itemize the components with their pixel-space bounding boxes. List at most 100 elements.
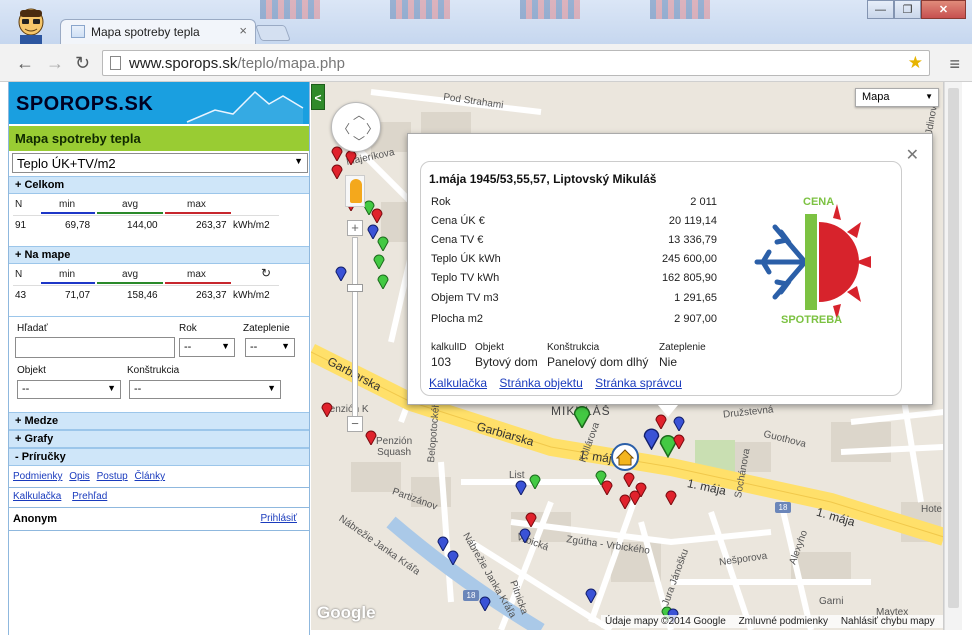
marker-red-icon[interactable]: [321, 400, 333, 417]
tool-links: Kalkulačka Prehľad: [9, 488, 309, 507]
hamburger-menu-icon[interactable]: ≡: [949, 54, 960, 75]
marker-green-icon[interactable]: [373, 252, 385, 269]
rok-select[interactable]: -- ▼: [179, 338, 235, 357]
pan-up-icon[interactable]: ︿: [353, 106, 365, 123]
marker-red-icon[interactable]: [365, 428, 377, 445]
link-prehlad[interactable]: Prehľad: [72, 491, 107, 502]
terms-link[interactable]: Zmluvné podmienky: [739, 616, 828, 627]
marker-green-icon[interactable]: [377, 272, 389, 289]
page-favicon-icon: [71, 25, 85, 38]
logo-text-top: CENA: [803, 196, 834, 208]
marker-blue-icon[interactable]: [519, 526, 531, 543]
marker-blue-icon[interactable]: [585, 586, 597, 603]
marker-red-icon[interactable]: [673, 432, 685, 449]
reload-icon[interactable]: ↻: [75, 53, 90, 74]
objekt-label: Objekt: [17, 365, 46, 376]
konstrukcia-select[interactable]: -- ▼: [129, 380, 281, 399]
search-label: Hľadať: [17, 323, 48, 334]
stats-celkom: N min avg max 91 69,78 144,00 263,37 kWh…: [9, 194, 309, 246]
place-label: Hote: [921, 504, 943, 515]
objekt-select[interactable]: -- ▼: [17, 380, 121, 399]
konstrukcia-label: Konštrukcia: [127, 365, 180, 376]
building-marker-icon[interactable]: [610, 442, 640, 472]
stat-value-max: 263,37: [196, 290, 227, 301]
browser-tab[interactable]: Mapa spotreby tepla ×: [60, 19, 256, 44]
site-logo[interactable]: SPOROPS.SK: [16, 93, 153, 116]
zoom-in-button[interactable]: +: [347, 220, 363, 236]
pan-right-icon[interactable]: 〉: [366, 120, 378, 137]
link-postup[interactable]: Postup: [97, 471, 128, 482]
street-view-pegman-icon[interactable]: [345, 175, 365, 207]
marker-red-icon[interactable]: [525, 510, 537, 527]
new-tab-button[interactable]: [255, 25, 291, 41]
search-input[interactable]: [15, 337, 175, 358]
section-medze[interactable]: + Medze: [9, 412, 309, 430]
section-na-mape[interactable]: + Na mape: [9, 246, 309, 264]
section-grafy[interactable]: + Grafy: [9, 430, 309, 448]
link-clanky[interactable]: Články: [135, 471, 166, 482]
section-prirucky[interactable]: - Príručky: [9, 448, 309, 466]
map-type-select[interactable]: Mapa ▼: [855, 88, 939, 107]
address-bar[interactable]: www.sporops.sk/teplo/mapa.php ★: [102, 50, 930, 76]
marker-blue-icon[interactable]: [447, 548, 459, 565]
marker-blue-icon[interactable]: [479, 594, 491, 611]
browser-toolbar: ← → ↻ www.sporops.sk/teplo/mapa.php ★ ≡: [0, 44, 972, 82]
link-stranka-objektu[interactable]: Stránka objektu: [499, 376, 582, 390]
pan-down-icon[interactable]: ﹀: [353, 133, 365, 150]
link-kalkulacka[interactable]: Kalkulačka: [429, 376, 487, 390]
page-scrollbar[interactable]: [944, 82, 962, 630]
marker-green-icon[interactable]: [377, 234, 389, 251]
forward-arrow-icon[interactable]: →: [46, 53, 64, 74]
back-arrow-icon[interactable]: ←: [16, 53, 34, 74]
zateplenie-select[interactable]: -- ▼: [245, 338, 295, 357]
close-icon[interactable]: ✕: [906, 145, 919, 165]
link-stranka-spravcu[interactable]: Stránka správcu: [595, 376, 682, 390]
marker-blue-icon[interactable]: [643, 424, 660, 450]
collapse-sidebar-button[interactable]: <: [311, 84, 325, 110]
link-kalkulacka[interactable]: Kalkulačka: [13, 491, 61, 502]
marker-red-icon[interactable]: [635, 480, 647, 497]
minimize-icon[interactable]: —: [867, 0, 894, 19]
refresh-icon[interactable]: ↻: [261, 266, 271, 280]
report-error-link[interactable]: Nahlásiť chybu mapy: [841, 616, 935, 627]
mountain-logo-icon: [186, 90, 304, 124]
stat-value-avg: 158,46: [127, 290, 158, 301]
building-title: 1.mája 1945/53,55,57, Liptovský Mikuláš: [429, 172, 657, 186]
link-podmienky[interactable]: Podmienky: [13, 471, 62, 482]
pan-left-icon[interactable]: 〈: [338, 120, 350, 137]
marker-green-icon[interactable]: [573, 402, 591, 428]
popup-pointer: [658, 405, 678, 417]
place-label: Garni: [819, 596, 844, 607]
marker-blue-icon[interactable]: [515, 478, 527, 495]
grid-value: Bytový dom: [475, 355, 538, 369]
scrollbar-thumb[interactable]: [948, 88, 959, 608]
tab-close-icon[interactable]: ×: [239, 23, 247, 38]
marker-red-icon[interactable]: [623, 470, 635, 487]
link-opis[interactable]: Opis: [69, 471, 90, 482]
bookmark-star-icon[interactable]: ★: [908, 53, 923, 73]
window-close-icon[interactable]: ✕: [921, 0, 966, 19]
login-link[interactable]: Prihlásiť: [260, 513, 297, 524]
marker-blue-icon[interactable]: [335, 264, 347, 281]
page-icon: [110, 56, 121, 70]
metric-select[interactable]: Teplo ÚK+TV/m2 ▼: [12, 153, 308, 173]
zoom-slider-handle[interactable]: [347, 284, 363, 292]
maximize-icon[interactable]: ❐: [894, 0, 921, 19]
zoom-out-button[interactable]: −: [347, 416, 363, 432]
stat-value-avg: 144,00: [127, 220, 158, 231]
dropdown-arrow-icon: ▼: [925, 92, 933, 101]
stat-value-max: 263,37: [196, 220, 227, 231]
marker-green-icon[interactable]: [529, 472, 541, 489]
marker-red-icon[interactable]: [371, 206, 383, 223]
info-row: Teplo TV kWh 162 805,90: [431, 272, 717, 284]
zoom-slider[interactable]: [352, 237, 358, 422]
marker-red-icon[interactable]: [665, 488, 677, 505]
section-celkom[interactable]: + Celkom: [9, 176, 309, 194]
info-row: Objem TV m3 1 291,65: [431, 292, 717, 304]
info-row: Teplo ÚK kWh 245 600,00: [431, 253, 717, 265]
marker-red-icon[interactable]: [601, 478, 613, 495]
dropdown-arrow-icon: ▼: [281, 341, 290, 351]
pan-control[interactable]: ︿ ﹀ 〈 〉: [331, 102, 381, 152]
marker-red-icon[interactable]: [331, 162, 343, 179]
user-avatar-icon[interactable]: [14, 6, 48, 44]
